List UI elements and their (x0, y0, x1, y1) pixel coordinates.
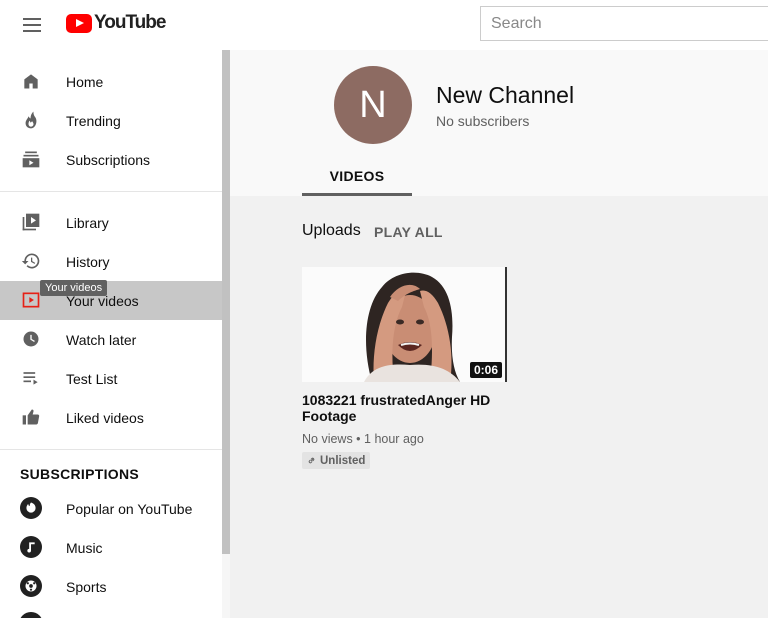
sidebar-item-subscriptions[interactable]: Subscriptions (0, 140, 222, 179)
sidebar-item-history[interactable]: History (0, 242, 222, 281)
video-thumbnail[interactable]: 0:06 (302, 267, 507, 382)
sidebar: Home Trending Subscriptions Library Hist… (0, 50, 222, 618)
library-icon (20, 211, 42, 233)
hamburger-menu-icon[interactable] (20, 13, 44, 37)
sidebar-item-your-videos[interactable]: Your videos (0, 281, 222, 320)
sidebar-divider (0, 191, 222, 192)
popular-channel-avatar (20, 497, 42, 519)
channel-header: N New Channel No subscribers VIDEOS (230, 50, 768, 196)
subscriptions-icon (20, 148, 42, 170)
uploads-title[interactable]: Uploads (302, 222, 361, 240)
sidebar-item-label: Trending (66, 112, 121, 129)
video-title[interactable]: 1083221 frustratedAnger HD Footage (302, 392, 507, 424)
sidebar-item-watch-later[interactable]: Watch later (0, 320, 222, 359)
sidebar-item-label: History (66, 253, 110, 270)
sidebar-item-trending[interactable]: Trending (0, 101, 222, 140)
sidebar-item-label: Home (66, 73, 104, 90)
your-videos-icon (20, 289, 42, 311)
youtube-logo[interactable]: YouTube (66, 12, 166, 34)
sidebar-item-label: Library (66, 214, 109, 231)
video-duration: 0:06 (469, 362, 502, 378)
playlist-icon (20, 367, 42, 389)
home-icon (20, 70, 42, 92)
sidebar-item-label: Test List (66, 370, 118, 387)
sidebar-divider (0, 449, 222, 450)
channel-name: New Channel (436, 82, 575, 108)
channel-avatar[interactable]: N (334, 66, 412, 144)
sidebar-scrollbar[interactable] (222, 50, 230, 618)
thumbs-up-icon (20, 406, 42, 428)
sidebar-scrollbar-thumb[interactable] (222, 50, 230, 554)
sidebar-sub-music[interactable]: Music (0, 528, 222, 567)
tooltip: Your videos (40, 280, 108, 296)
sidebar-sub-popular[interactable]: Popular on YouTube (0, 489, 222, 528)
sidebar-item-label: Subscriptions (66, 151, 151, 168)
sidebar-item-label: Popular on YouTube (66, 500, 193, 517)
subscriptions-section-title: SUBSCRIPTIONS (20, 466, 140, 482)
music-channel-avatar (20, 536, 42, 558)
link-icon (306, 455, 317, 466)
play-all-button[interactable]: PLAY ALL (374, 224, 443, 240)
sidebar-item-label: Watch later (66, 331, 137, 348)
top-header: YouTube (0, 0, 768, 50)
clock-icon (20, 328, 42, 350)
sidebar-item-label: Liked videos (66, 409, 144, 426)
sports-channel-avatar (20, 575, 42, 597)
sidebar-item-label: Sports (66, 578, 107, 595)
sidebar-item-library[interactable]: Library (0, 203, 222, 242)
badge-label: Unlisted (320, 454, 366, 467)
sidebar-item-test-list[interactable]: Test List (0, 359, 222, 398)
subscriber-count: No subscribers (436, 113, 530, 129)
video-meta: No views • 1 hour ago (302, 432, 424, 446)
unlisted-badge: Unlisted (302, 452, 371, 469)
history-icon (20, 250, 42, 272)
partial-channel-avatar[interactable] (19, 612, 43, 618)
logo-text: YouTube (94, 12, 166, 33)
tab-active-indicator (302, 193, 412, 196)
search-input[interactable] (480, 6, 768, 41)
sidebar-item-home[interactable]: Home (0, 62, 222, 101)
tab-videos[interactable]: VIDEOS (302, 156, 412, 196)
main-content: N New Channel No subscribers VIDEOS Uplo… (230, 50, 768, 618)
sidebar-item-liked-videos[interactable]: Liked videos (0, 398, 222, 437)
youtube-play-icon (66, 13, 92, 33)
trending-icon (20, 109, 42, 131)
sidebar-item-label: Music (66, 539, 103, 556)
sidebar-sub-sports[interactable]: Sports (0, 567, 222, 606)
